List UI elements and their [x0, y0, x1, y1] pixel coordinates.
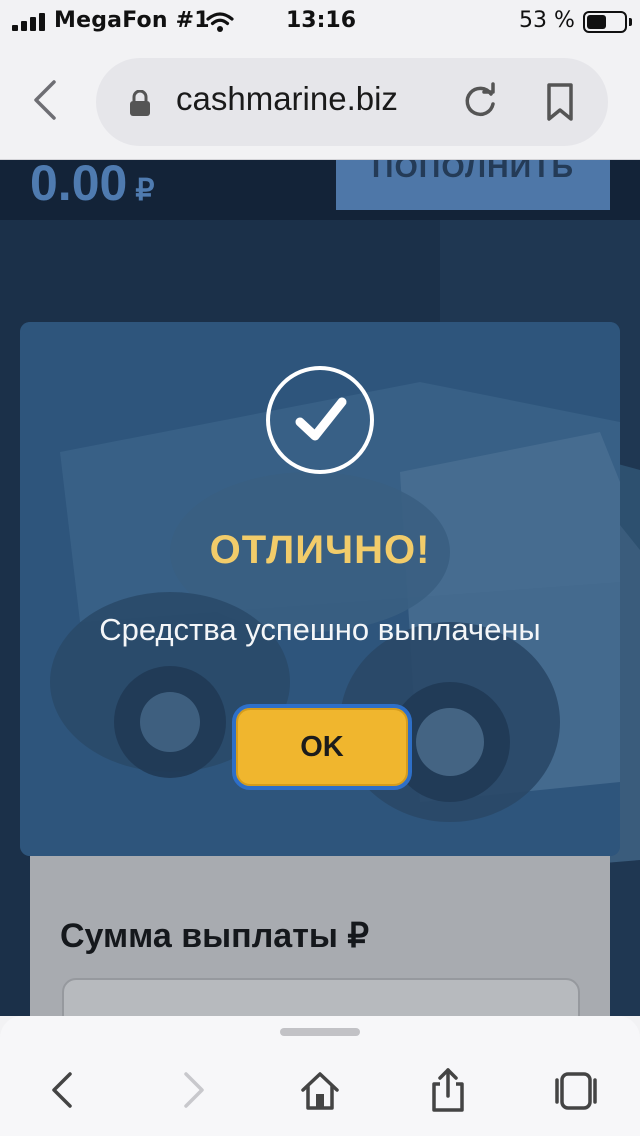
- cellular-signal-icon: [12, 13, 46, 31]
- forward-icon[interactable]: [170, 1068, 214, 1112]
- balance-currency: ₽: [135, 174, 155, 207]
- modal-message: Средства успешно выплачены: [99, 612, 541, 647]
- payout-form: Сумма выплаты ₽: [30, 854, 610, 1016]
- wifi-icon: [206, 12, 234, 32]
- status-bar: MegaFon #1 13:16 53 %: [0, 0, 640, 44]
- battery-tip: [629, 18, 632, 26]
- browser-nav-bar: cashmarine.biz: [0, 44, 640, 160]
- battery-icon: [583, 11, 627, 33]
- lock-icon: [130, 90, 150, 116]
- reload-icon[interactable]: [460, 82, 500, 122]
- back-icon[interactable]: [42, 1068, 86, 1112]
- url-text[interactable]: cashmarine.biz: [176, 80, 398, 118]
- home-icon[interactable]: [298, 1068, 342, 1112]
- toolbar-handle[interactable]: [280, 1028, 360, 1036]
- share-icon[interactable]: [426, 1068, 470, 1112]
- browser-toolbar: [0, 1016, 640, 1136]
- back-icon[interactable]: [26, 78, 66, 122]
- checkmark-icon: [295, 397, 347, 441]
- balance-value: 0.00: [30, 160, 128, 211]
- ok-button[interactable]: OK: [232, 704, 412, 790]
- payout-amount-input[interactable]: [62, 978, 580, 1016]
- address-bar[interactable]: cashmarine.biz: [96, 58, 608, 146]
- clock: 13:16: [286, 8, 357, 33]
- carrier-name: MegaFon #1: [54, 8, 210, 33]
- payout-amount-label: Сумма выплаты ₽: [60, 917, 369, 955]
- success-modal: ОТЛИЧНО! Средства успешно выплачены OK: [20, 322, 620, 856]
- battery-level-fill: [587, 15, 606, 29]
- battery-percent: 53 %: [519, 8, 575, 33]
- topup-button[interactable]: ПОПОЛНИТЬ: [336, 160, 610, 210]
- balance-bar: 0.00 ₽ ПОПОЛНИТЬ: [0, 160, 640, 220]
- tabs-icon[interactable]: [554, 1068, 598, 1112]
- success-circle: [266, 366, 374, 474]
- modal-title: ОТЛИЧНО!: [209, 528, 431, 572]
- bookmark-icon[interactable]: [540, 82, 580, 122]
- balance-amount: 0.00 ₽: [30, 160, 154, 212]
